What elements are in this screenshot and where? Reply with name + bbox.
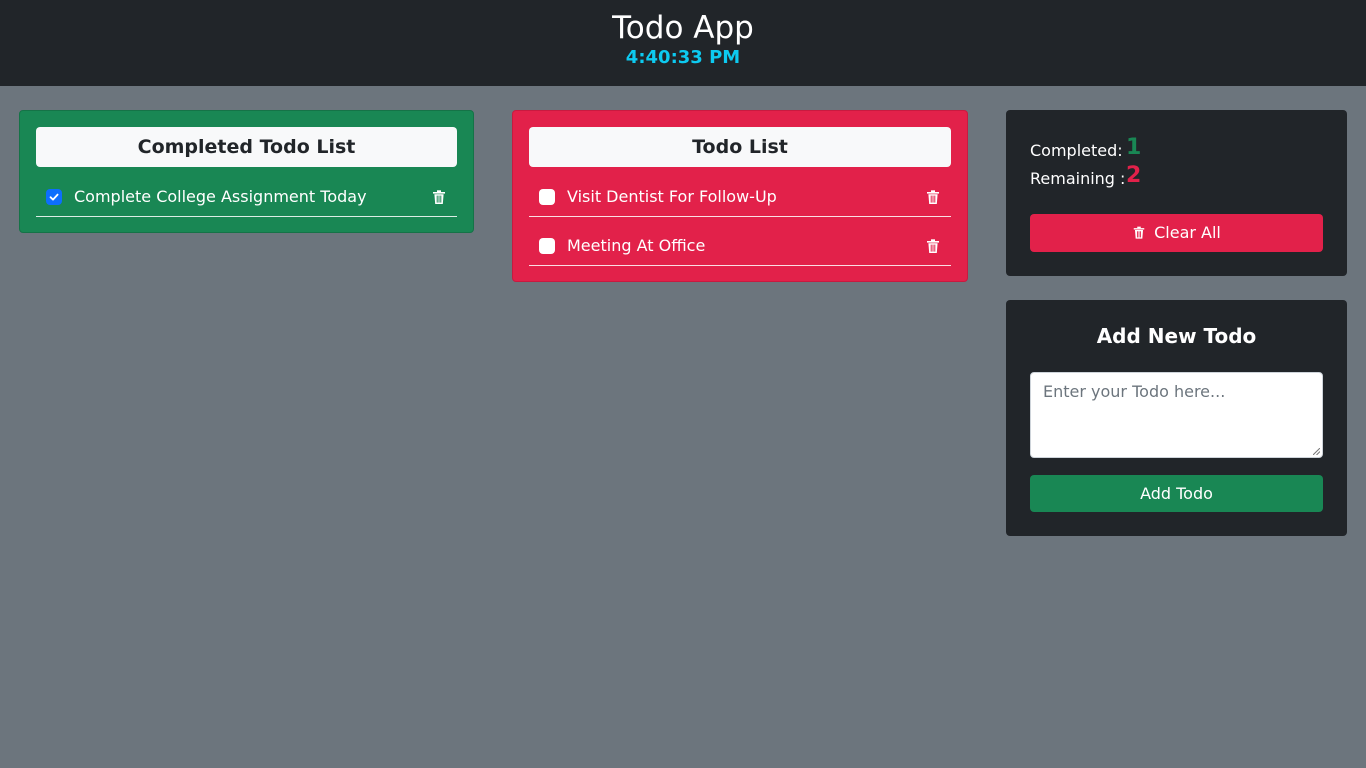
- app-header: Todo App 4:40:33 PM: [0, 0, 1366, 86]
- trash-icon[interactable]: [431, 189, 447, 205]
- todo-input-placeholder: Enter your Todo here...: [1043, 382, 1226, 401]
- resize-handle-icon[interactable]: [1313, 448, 1320, 455]
- completed-todo-panel: Completed Todo List Complete College Ass…: [19, 110, 474, 233]
- todo-item: Visit Dentist For Follow-Up: [529, 177, 951, 217]
- todo-text: Meeting At Office: [567, 236, 706, 255]
- remaining-label: Remaining :: [1030, 169, 1126, 188]
- clear-all-button[interactable]: Clear All: [1030, 214, 1323, 252]
- todo-checkbox[interactable]: [539, 238, 555, 254]
- todo-list-title: Todo List: [529, 127, 951, 167]
- trash-icon: [1133, 226, 1145, 239]
- completed-list-title: Completed Todo List: [36, 127, 457, 167]
- check-icon: [49, 193, 59, 201]
- todo-panel: Todo List Visit Dentist For Follow-Up Me…: [512, 110, 968, 282]
- completed-label: Completed:: [1030, 141, 1123, 160]
- add-todo-title: Add New Todo: [1096, 324, 1257, 348]
- completed-count: 1: [1126, 135, 1142, 160]
- clock: 4:40:33 PM: [625, 47, 741, 68]
- remaining-count: 2: [1126, 163, 1142, 188]
- todo-text: Visit Dentist For Follow-Up: [567, 187, 777, 206]
- todo-item: Complete College Assignment Today: [36, 177, 457, 217]
- clear-all-label: Clear All: [1154, 223, 1221, 242]
- todo-checkbox[interactable]: [539, 189, 555, 205]
- todo-item: Meeting At Office: [529, 226, 951, 266]
- todo-checkbox[interactable]: [46, 189, 62, 205]
- todo-text: Complete College Assignment Today: [74, 187, 367, 206]
- todo-input[interactable]: Enter your Todo here...: [1030, 372, 1323, 458]
- stats-panel: Completed: 1 Remaining : 2 Clear All: [1006, 110, 1347, 276]
- add-todo-panel: Add New Todo Enter your Todo here... Add…: [1006, 300, 1347, 536]
- trash-icon[interactable]: [925, 238, 941, 254]
- trash-icon[interactable]: [925, 189, 941, 205]
- app-title: Todo App: [612, 10, 754, 46]
- add-todo-button[interactable]: Add Todo: [1030, 475, 1323, 512]
